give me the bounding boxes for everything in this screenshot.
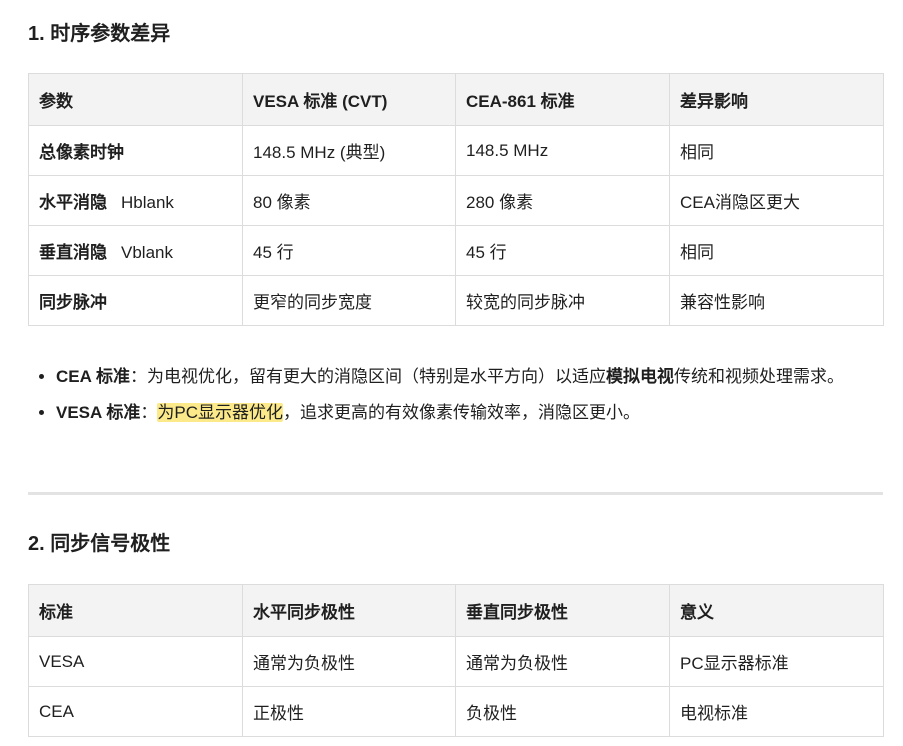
column-header: 参数 (28, 73, 243, 126)
column-header: 标准 (28, 584, 243, 637)
table-cell: 水平消隐 Hblank (28, 175, 243, 226)
bullet-text: 为电视优化，留有更大的消隐区间（特别是水平方向）以适应 (147, 367, 606, 386)
bullet-bold-text: 模拟电视 (606, 367, 674, 386)
param-abbrev: Hblank (121, 193, 174, 212)
table-header-row: 标准 水平同步极性 垂直同步极性 意义 (28, 584, 884, 637)
list-item: CEA 标准：为电视优化，留有更大的消隐区间（特别是水平方向）以适应模拟电视传统… (56, 362, 896, 392)
notes-list: CEA 标准：为电视优化，留有更大的消隐区间（特别是水平方向）以适应模拟电视传统… (28, 362, 896, 434)
table-cell: 280 像素 (455, 175, 670, 226)
section-heading-polarity: 2. 同步信号极性 (28, 533, 171, 555)
polarity-table: 标准 水平同步极性 垂直同步极性 意义 VESA 通常为负极性 通常为负极性 P… (28, 584, 884, 737)
section-divider (28, 492, 883, 495)
table-cell: CEA (28, 686, 243, 737)
table-cell: 80 像素 (242, 175, 456, 226)
table-cell: CEA消隐区更大 (669, 175, 884, 226)
document: 1. 时序参数差异 参数 VESA 标准 (CVT) CEA-861 标准 差异… (0, 0, 903, 746)
timing-table: 参数 VESA 标准 (CVT) CEA-861 标准 差异影响 总像素时钟 1… (28, 73, 884, 326)
table-cell: 负极性 (455, 686, 670, 737)
bullet-label: CEA 标准 (56, 367, 130, 386)
param-abbrev: Vblank (121, 243, 173, 262)
table-cell: 正极性 (242, 686, 456, 737)
param-name: 总像素时钟 (39, 143, 124, 162)
table-cell: 兼容性影响 (669, 275, 884, 326)
column-header: 垂直同步极性 (455, 584, 670, 637)
table-header-row: 参数 VESA 标准 (CVT) CEA-861 标准 差异影响 (28, 73, 884, 126)
table-row: 同步脉冲 更窄的同步宽度 较宽的同步脉冲 兼容性影响 (28, 275, 884, 326)
table-cell: PC显示器标准 (669, 636, 884, 687)
table-row: 垂直消隐 Vblank 45 行 45 行 相同 (28, 225, 884, 276)
table-cell: 较宽的同步脉冲 (455, 275, 670, 326)
table-cell: 同步脉冲 (28, 275, 243, 326)
table-cell: 更窄的同步宽度 (242, 275, 456, 326)
table-row: 水平消隐 Hblank 80 像素 280 像素 CEA消隐区更大 (28, 175, 884, 226)
table-cell: 总像素时钟 (28, 125, 243, 176)
table-cell: VESA (28, 636, 243, 687)
table-row: CEA 正极性 负极性 电视标准 (28, 686, 884, 737)
table-cell: 相同 (669, 125, 884, 176)
column-header: CEA-861 标准 (455, 73, 670, 126)
bullet-text: 传统和视频处理需求。 (674, 367, 844, 386)
column-header: 差异影响 (669, 73, 884, 126)
section-heading-timing: 1. 时序参数差异 (28, 23, 171, 45)
param-name: 垂直消隐 (39, 243, 107, 262)
column-header: 意义 (669, 584, 884, 637)
table-cell: 垂直消隐 Vblank (28, 225, 243, 276)
param-name: 同步脉冲 (39, 293, 107, 312)
bullet-label: VESA 标准 (56, 403, 141, 422)
table-cell: 通常为负极性 (455, 636, 670, 687)
table-cell: 45 行 (242, 225, 456, 276)
table-cell: 相同 (669, 225, 884, 276)
table-row: 总像素时钟 148.5 MHz (典型) 148.5 MHz 相同 (28, 125, 884, 176)
column-header: 水平同步极性 (242, 584, 456, 637)
bullet-text: ，追求更高的有效像素传输效率，消隐区更小。 (283, 403, 641, 422)
highlighted-text: 为PC显示器优化 (157, 403, 284, 422)
table-cell: 148.5 MHz (455, 125, 670, 176)
table-cell: 148.5 MHz (典型) (242, 125, 456, 176)
table-cell: 电视标准 (669, 686, 884, 737)
param-name: 水平消隐 (39, 193, 107, 212)
column-header: VESA 标准 (CVT) (242, 73, 456, 126)
table-cell: 45 行 (455, 225, 670, 276)
bullet-separator: ： (130, 367, 147, 386)
list-item: VESA 标准：为PC显示器优化，追求更高的有效像素传输效率，消隐区更小。 (56, 398, 896, 428)
table-cell: 通常为负极性 (242, 636, 456, 687)
table-row: VESA 通常为负极性 通常为负极性 PC显示器标准 (28, 636, 884, 687)
bullet-separator: ： (140, 403, 158, 422)
